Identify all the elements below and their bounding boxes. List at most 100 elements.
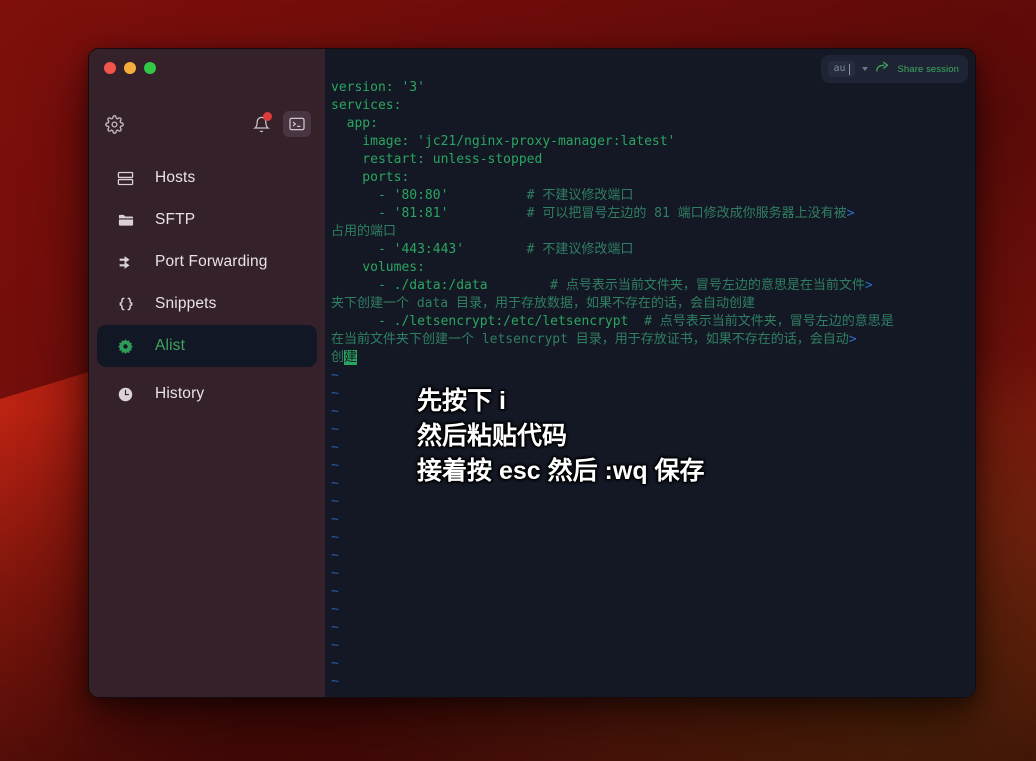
terminal-span: ~ — [331, 476, 339, 491]
terminal-span: volumes: — [331, 260, 425, 275]
terminal-span: ~ — [331, 404, 339, 419]
terminal-span: ~ — [331, 638, 339, 653]
sidebar-item-hosts[interactable]: Hosts — [97, 157, 317, 199]
terminal-span: ~ — [331, 656, 339, 671]
terminal-span: # 不建议修改端口 — [448, 188, 634, 203]
terminal-line: ~ — [331, 655, 975, 673]
terminal-span: - '80:80' — [331, 188, 449, 203]
terminal-span: image: 'jc21/nginx-proxy-manager:latest' — [331, 134, 676, 149]
braces-icon — [117, 295, 139, 313]
arrow-fork-icon — [117, 254, 139, 271]
terminal-span: 在当前文件夹下创建一个 letsencrypt 目录，用于存放证书，如果不存在的… — [331, 332, 849, 347]
terminal-cursor: 建 — [344, 350, 358, 365]
session-name-cursor — [849, 63, 851, 75]
terminal-span: ~ — [331, 458, 339, 473]
terminal-span: ~ — [331, 440, 339, 455]
notification-badge — [263, 112, 272, 121]
new-terminal-button[interactable] — [283, 111, 311, 137]
terminal-icon — [289, 117, 305, 131]
sidebar-toolbar — [89, 105, 325, 143]
terminal-line: volumes: — [331, 259, 975, 277]
terminal-line: restart: unless-stopped — [331, 151, 975, 169]
gear-icon — [104, 114, 124, 134]
caption-line: 接着按 esc 然后 :wq 保存 — [417, 457, 705, 485]
sidebar: Hosts SFTP Port Forwarding Snippets Alis… — [89, 49, 325, 697]
terminal-line: - '443:443' # 不建议修改端口 — [331, 241, 975, 259]
terminal-span: 创 — [331, 350, 345, 365]
terminal-span: ~ — [331, 386, 339, 401]
terminal-span: > — [864, 278, 873, 293]
caption-line: 然后粘贴代码 — [417, 422, 568, 450]
sidebar-item-label: Port Forwarding — [155, 253, 268, 270]
terminal-line: 夹下创建一个 data 目录，用于存放数据，如果不存在的话，会自动创建 — [331, 295, 975, 313]
terminal-span: ~ — [331, 512, 339, 527]
terminal-line: ~ — [331, 511, 975, 529]
terminal-span: # 点号表示当前文件夹，冒号左边的意思是 — [628, 314, 894, 329]
terminal-span: version: '3' — [331, 80, 425, 95]
terminal-span: ~ — [331, 566, 339, 581]
terminal-span: ~ — [331, 548, 339, 563]
sidebar-item-alist[interactable]: Alist — [97, 325, 317, 367]
terminal-span: ports: — [331, 170, 410, 185]
terminal-span: 夹下创建一个 data 目录，用于存放数据，如果不存在的话，会自动创建 — [331, 296, 755, 311]
terminal-span: > — [846, 206, 855, 221]
caption-line: 先按下 i — [417, 387, 506, 415]
terminal-line: ~ — [331, 673, 975, 691]
terminal-span: ~ — [331, 368, 339, 383]
terminal-line: 在当前文件夹下创建一个 letsencrypt 目录，用于存放证书，如果不存在的… — [331, 331, 975, 349]
terminal-span: # 可以把冒号左边的 81 端口修改成你服务器上没有被 — [448, 206, 847, 221]
share-session-bar: au Share session — [821, 55, 968, 83]
settings-button[interactable] — [102, 112, 126, 136]
clock-icon — [117, 386, 139, 403]
terminal-line: - '81:81' # 可以把冒号左边的 81 端口修改成你服务器上没有被> — [331, 205, 975, 223]
terminal-span: ~ — [331, 530, 339, 545]
share-session-label[interactable]: Share session — [897, 64, 959, 75]
terminal-line: app: — [331, 115, 975, 133]
terminal-span: ~ — [331, 602, 339, 617]
notifications-button[interactable] — [249, 112, 273, 136]
terminal-span: > — [848, 332, 857, 347]
ssh-client-window: Hosts SFTP Port Forwarding Snippets Alis… — [88, 48, 976, 698]
terminal-line: ~ — [331, 367, 975, 385]
terminal-line: ports: — [331, 169, 975, 187]
terminal-line: - ./data:/data # 点号表示当前文件夹，冒号左边的意思是在当前文件… — [331, 277, 975, 295]
terminal-line: - '80:80' # 不建议修改端口 — [331, 187, 975, 205]
terminal-line: ~ — [331, 547, 975, 565]
close-button[interactable] — [104, 62, 116, 74]
chevron-down-icon[interactable] — [862, 67, 869, 71]
terminal-span: # 不建议修改端口 — [464, 242, 634, 257]
terminal-line: ~ — [331, 637, 975, 655]
terminal-line: ~ — [331, 529, 975, 547]
window-traffic-lights — [89, 49, 325, 85]
terminal-line: services: — [331, 97, 975, 115]
terminal-line: ~ — [331, 565, 975, 583]
desktop-background: Hosts SFTP Port Forwarding Snippets Alis… — [0, 0, 1036, 761]
terminal-pane[interactable]: au Share session version: '3' services: a… — [325, 49, 975, 697]
terminal-line: ~ — [331, 619, 975, 637]
terminal-output[interactable]: version: '3' services: app: image: 'jc21/… — [325, 49, 975, 697]
terminal-span: - '443:443' — [331, 242, 465, 257]
terminal-span: # 点号表示当前文件夹，冒号左边的意思是在当前文件 — [487, 278, 865, 293]
terminal-span: services: — [331, 98, 402, 113]
terminal-span: ~ — [331, 584, 339, 599]
sidebar-item-label: SFTP — [155, 211, 196, 228]
terminal-line: - ./letsencrypt:/etc/letsencrypt # 点号表示当… — [331, 313, 975, 331]
sidebar-item-history[interactable]: History — [97, 373, 317, 415]
maximize-button[interactable] — [144, 62, 156, 74]
gear-flower-icon — [117, 338, 139, 355]
sidebar-item-sftp[interactable]: SFTP — [97, 199, 317, 241]
sidebar-item-label: Snippets — [155, 295, 217, 312]
server-icon — [117, 170, 139, 187]
terminal-line: ~ — [331, 583, 975, 601]
terminal-span: 占用的端口 — [331, 224, 397, 239]
minimize-button[interactable] — [124, 62, 136, 74]
terminal-line: image: 'jc21/nginx-proxy-manager:latest' — [331, 133, 975, 151]
terminal-span: ~ — [331, 422, 339, 437]
terminal-span: app: — [331, 116, 378, 131]
terminal-span: - ./letsencrypt:/etc/letsencrypt — [331, 314, 629, 329]
terminal-span: - '81:81' — [331, 206, 449, 221]
terminal-line: 创建 — [331, 349, 975, 367]
sidebar-item-port-forwarding[interactable]: Port Forwarding — [97, 241, 317, 283]
sidebar-item-snippets[interactable]: Snippets — [97, 283, 317, 325]
session-name-chip[interactable]: au — [828, 61, 856, 77]
